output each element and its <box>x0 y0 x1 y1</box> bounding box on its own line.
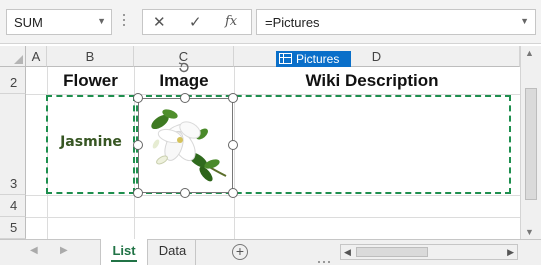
cell-b2-flower[interactable]: Flower <box>47 70 134 92</box>
row-header-4[interactable]: 4 <box>0 195 26 217</box>
horizontal-scrollbar[interactable]: ◀ ▶ <box>340 244 518 260</box>
prev-sheet-icon[interactable]: ◀ <box>30 245 38 256</box>
splitter-handle-icon[interactable] <box>318 251 333 265</box>
gridline <box>26 195 520 196</box>
column-header-b[interactable]: B <box>47 46 134 67</box>
tooltip-label: Pictures <box>296 52 340 66</box>
name-tooltip: Pictures <box>276 51 351 67</box>
formula-input[interactable]: =Pictures ▼ <box>256 9 536 35</box>
row-number: 3 <box>10 176 18 191</box>
formula-buttons: ✕ ✓ fx <box>142 9 252 35</box>
resize-handle-w[interactable] <box>133 140 143 150</box>
row-header-3[interactable]: 3 <box>0 94 26 195</box>
resize-handle-se[interactable] <box>228 188 238 198</box>
cell-d2-wiki-description[interactable]: Wiki Description <box>234 70 510 92</box>
row-header-2[interactable]: 2 <box>0 67 26 94</box>
horizontal-scroll-thumb[interactable] <box>356 247 428 257</box>
row-number: 5 <box>10 220 18 235</box>
scroll-up-icon[interactable]: ▲ <box>525 48 534 58</box>
cell-c2-image[interactable]: Image <box>134 70 234 92</box>
resize-handle-e[interactable] <box>228 140 238 150</box>
select-all-button[interactable] <box>0 46 26 67</box>
row-header-5[interactable]: 5 <box>0 217 26 239</box>
resize-handle-nw[interactable] <box>133 93 143 103</box>
formula-bar: SUM ▼ ✕ ✓ fx =Pictures ▼ <box>0 0 541 44</box>
vertical-scrollbar[interactable]: ▲ ▼ <box>520 46 541 239</box>
resize-handle-n[interactable] <box>180 93 190 103</box>
insert-function-icon[interactable]: fx <box>225 14 237 29</box>
rotate-handle-icon[interactable] <box>178 61 190 73</box>
next-sheet-icon[interactable]: ▶ <box>60 245 68 256</box>
sheet-tab-data[interactable]: Data <box>150 239 196 265</box>
cell-b3-jasmine[interactable]: Jasmine <box>48 134 134 150</box>
resize-handle-s[interactable] <box>180 188 190 198</box>
formula-text: =Pictures <box>265 15 320 30</box>
sheet-tab-list[interactable]: List <box>100 239 148 265</box>
picture-selection-frame <box>138 98 233 193</box>
column-header-a[interactable]: A <box>26 46 47 67</box>
enter-icon[interactable]: ✓ <box>189 13 202 31</box>
cancel-icon[interactable]: ✕ <box>153 13 166 31</box>
name-box[interactable]: SUM ▼ <box>6 9 112 35</box>
row-number: 4 <box>10 198 18 213</box>
scroll-left-icon[interactable]: ◀ <box>344 247 351 258</box>
name-box-value: SUM <box>14 15 43 30</box>
table-icon <box>279 53 292 64</box>
scroll-right-icon[interactable]: ▶ <box>507 247 514 258</box>
vertical-scroll-thumb[interactable] <box>525 88 537 200</box>
scroll-down-icon[interactable]: ▼ <box>525 227 534 237</box>
row-number: 2 <box>10 75 18 90</box>
add-sheet-icon[interactable]: + <box>232 244 248 260</box>
chevron-down-icon[interactable]: ▼ <box>97 16 106 26</box>
resize-handle-ne[interactable] <box>228 93 238 103</box>
drag-handle-icon[interactable] <box>123 14 126 30</box>
gridline <box>26 217 520 218</box>
sheet-tab-bar: ◀ ▶ List Data + ◀ ▶ <box>0 239 541 265</box>
resize-handle-sw[interactable] <box>133 188 143 198</box>
expand-formula-icon[interactable]: ▼ <box>520 16 529 26</box>
